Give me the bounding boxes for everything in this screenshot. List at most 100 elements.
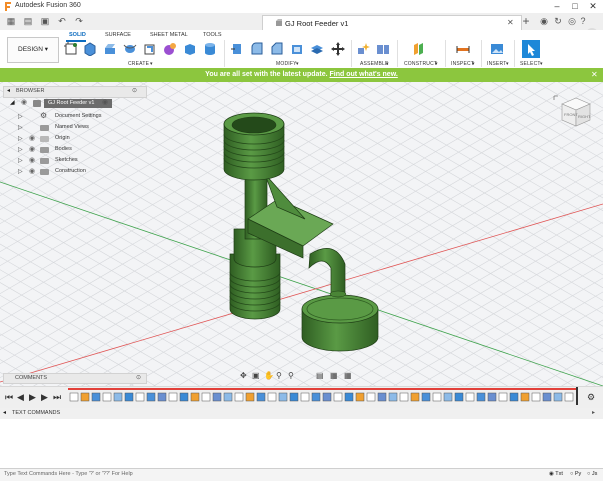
app-grid-icon[interactable]: ▦ [5, 15, 17, 27]
timeline-feature-icon[interactable] [113, 392, 123, 402]
display-settings-icon[interactable]: ▤ [316, 371, 324, 380]
timeline-feature-icon[interactable] [454, 392, 464, 402]
timeline-feature-icon[interactable] [322, 392, 332, 402]
pin-icon[interactable]: ⊙ [132, 87, 137, 94]
visibility-icon[interactable]: ◉ [29, 134, 35, 142]
play-icon[interactable]: ▶ [29, 392, 36, 403]
expand-root-icon[interactable]: ◢ [10, 99, 15, 106]
select-dropdown-icon[interactable]: ▾ [540, 61, 543, 67]
mode-radio-js[interactable]: ○ Js [587, 471, 597, 477]
maximize-button[interactable]: □ [566, 1, 584, 12]
timeline-feature-icon[interactable] [476, 392, 486, 402]
save-icon[interactable]: ▣ [39, 15, 51, 27]
select-icon[interactable] [522, 40, 540, 58]
zoom-icon[interactable]: ⚲ [276, 371, 282, 380]
browser-item-construction[interactable]: ▷ ◉ Construction [18, 167, 118, 177]
comments-pin-icon[interactable]: ⊙ [136, 374, 141, 381]
tab-surface[interactable]: SURFACE [105, 32, 131, 38]
document-tab[interactable]: GJ Root Feeder v1 ✕ [262, 15, 522, 31]
orbit-icon[interactable]: ✥ [240, 371, 247, 380]
expand-icon[interactable]: ▷ [18, 168, 23, 175]
job-status-icon[interactable]: ↻ [552, 15, 564, 27]
expand-icon[interactable]: ▷ [18, 113, 23, 120]
workspace-switcher[interactable]: DESIGN ▾ [7, 37, 59, 63]
undo-icon[interactable]: ↶ [56, 15, 68, 27]
loft-icon[interactable] [163, 42, 177, 56]
timeline-feature-icon[interactable] [223, 392, 233, 402]
comments-header[interactable]: COMMENTS ⊙ [3, 373, 147, 384]
view-cube[interactable]: FRONT RIGHT [552, 90, 594, 132]
timeline-feature-icon[interactable] [443, 392, 453, 402]
tab-tools[interactable]: TOOLS [203, 32, 222, 38]
shell-icon[interactable] [290, 42, 304, 56]
group-assemble[interactable]: ASSEMBLE [360, 61, 389, 67]
timeline-settings-icon[interactable]: ⚙ [587, 392, 595, 403]
visibility-icon[interactable]: ◉ [29, 145, 35, 153]
timeline-track[interactable] [68, 391, 578, 403]
visibility-icon[interactable]: ◉ [21, 98, 27, 106]
create-sketch-icon[interactable] [64, 42, 78, 56]
browser-item-document-settings[interactable]: ▷ ⚙ Document Settings [18, 111, 118, 122]
timeline-feature-icon[interactable] [531, 392, 541, 402]
timeline-feature-icon[interactable] [124, 392, 134, 402]
group-construct[interactable]: CONSTRUCT [404, 61, 437, 67]
timeline-feature-icon[interactable] [300, 392, 310, 402]
extrude-icon[interactable] [103, 42, 117, 56]
cylinder-icon[interactable] [203, 42, 217, 56]
press-pull-icon[interactable] [230, 42, 244, 56]
browser-item-sketches[interactable]: ▷ ◉ Sketches [18, 156, 118, 166]
timeline-feature-icon[interactable] [355, 392, 365, 402]
timeline-feature-icon[interactable] [388, 392, 398, 402]
create-dropdown-icon[interactable]: ▾ [150, 61, 153, 67]
close-tab-icon[interactable]: ✕ [507, 18, 514, 27]
grid-settings-icon[interactable]: ▦ [330, 371, 338, 380]
sweep-icon[interactable] [143, 42, 157, 56]
revolve-icon[interactable] [123, 42, 137, 56]
timeline-feature-icon[interactable] [366, 392, 376, 402]
insert-image-icon[interactable] [490, 42, 504, 56]
fit-icon[interactable]: ⚲ [288, 371, 294, 380]
mode-radio-py[interactable]: ○ Py [570, 471, 581, 477]
new-component-icon[interactable] [83, 42, 97, 56]
fillet-icon[interactable] [250, 42, 264, 56]
timeline-feature-icon[interactable] [91, 392, 101, 402]
timeline-feature-icon[interactable] [399, 392, 409, 402]
timeline-feature-icon[interactable] [245, 392, 255, 402]
tc-close-icon[interactable]: ▸ [592, 409, 595, 416]
viewports-icon[interactable]: ▦ [344, 371, 352, 380]
timeline-feature-icon[interactable] [80, 392, 90, 402]
step-back-icon[interactable]: ◀ [17, 392, 24, 403]
combine-icon[interactable] [310, 42, 324, 56]
chamfer-icon[interactable] [270, 42, 284, 56]
timeline-feature-icon[interactable] [542, 392, 552, 402]
mode-radio-txt[interactable]: ◉ Txt [549, 471, 563, 477]
timeline-feature-icon[interactable] [190, 392, 200, 402]
timeline-feature-icon[interactable] [564, 392, 574, 402]
timeline-feature-icon[interactable] [234, 392, 244, 402]
insert-dropdown-icon[interactable]: ▾ [506, 61, 509, 67]
expand-icon[interactable]: ▷ [18, 135, 23, 142]
collapse-icon[interactable]: ◂ [3, 409, 6, 416]
group-modify[interactable]: MODIFY [276, 61, 297, 67]
timeline-feature-icon[interactable] [289, 392, 299, 402]
timeline-feature-icon[interactable] [498, 392, 508, 402]
file-menu-icon[interactable]: ▤ [22, 15, 34, 27]
text-command-input-bar[interactable]: Type Text Commands Here - Type '?' or '?… [0, 468, 603, 481]
timeline-feature-icon[interactable] [333, 392, 343, 402]
timeline-feature-icon[interactable] [201, 392, 211, 402]
browser-root-item[interactable]: ◢ ◉ GJ Root Feeder v1 ◉ [10, 98, 112, 109]
look-at-icon[interactable]: ▣ [252, 371, 260, 380]
redo-icon[interactable]: ↷ [73, 15, 85, 27]
extensions-icon[interactable]: ◉ [538, 15, 550, 27]
browser-item-origin[interactable]: ▷ ◉ Origin [18, 134, 118, 144]
timeline-feature-icon[interactable] [421, 392, 431, 402]
timeline-feature-icon[interactable] [69, 392, 79, 402]
timeline-feature-icon[interactable] [432, 392, 442, 402]
construct-dropdown-icon[interactable]: ▾ [435, 61, 438, 67]
go-to-end-icon[interactable]: ⏭ [53, 392, 61, 403]
group-select[interactable]: SELECT [520, 61, 541, 67]
timeline-feature-icon[interactable] [168, 392, 178, 402]
expand-icon[interactable]: ▷ [18, 157, 23, 164]
pan-icon[interactable]: ✋ [264, 371, 274, 380]
modify-dropdown-icon[interactable]: ▾ [296, 61, 299, 67]
